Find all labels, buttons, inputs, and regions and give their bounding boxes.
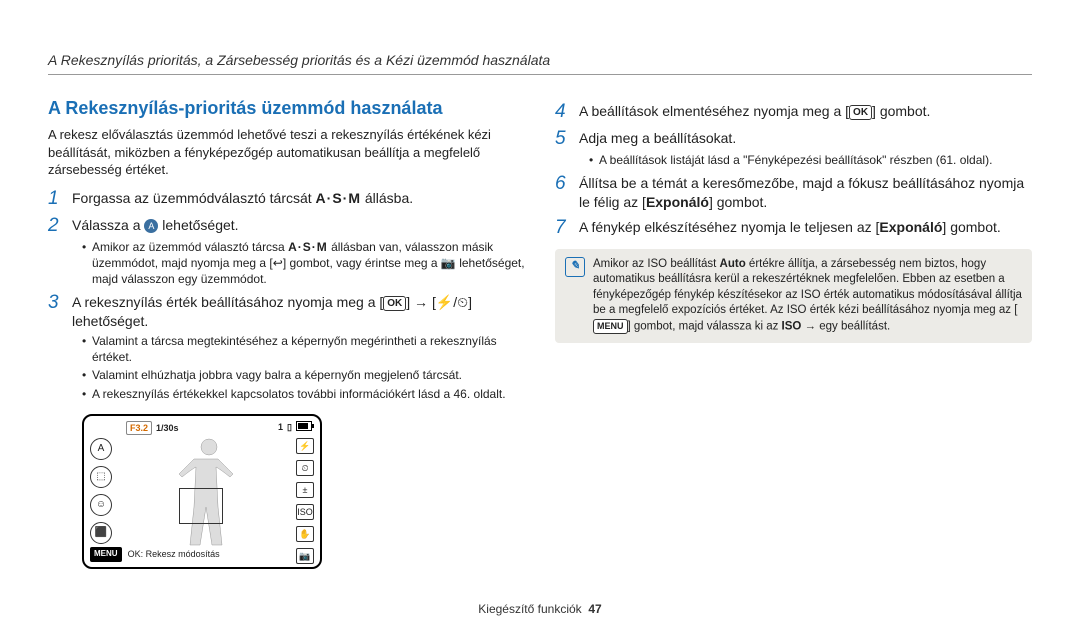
step-3: 3 A rekesznyílás érték beállításához nyo…	[48, 293, 525, 331]
shutter-value: 1/30s	[156, 422, 179, 434]
right-column: 4 A beállítások elmentéséhez nyomja meg …	[555, 96, 1032, 590]
info-note: ✎ Amikor az ISO beállítást Auto értékre …	[555, 249, 1032, 343]
bullet-item: A beállítások listáját lásd a "Fényképez…	[589, 152, 1032, 168]
lcd-scene-icon: ⬚	[90, 466, 112, 488]
lcd-camera-icon: 📷	[296, 548, 314, 564]
step-number: 1	[48, 189, 72, 210]
step-7: 7 A fénykép elkészítéséhez nyomja le tel…	[555, 218, 1032, 239]
step-4: 4 A beállítások elmentéséhez nyomja meg …	[555, 102, 1032, 123]
page-header: A Rekesznyílás prioritás, a Zársebesség …	[48, 52, 1032, 75]
lcd-flash-icon: ⚡	[296, 438, 314, 454]
bullet-item: Valamint a tárcsa megtekintéséhez a képe…	[82, 333, 525, 365]
step-number: 5	[555, 129, 579, 150]
memory-icon: ▯	[287, 421, 292, 433]
asm-mode-label: A·S·M	[316, 190, 361, 206]
section-title: A Rekesznyílás-prioritás üzemmód használ…	[48, 96, 525, 120]
back-icon: ↩	[273, 256, 283, 270]
step-number: 4	[555, 102, 579, 123]
step-5: 5 Adja meg a beállításokat.	[555, 129, 1032, 150]
menu-badge: MENU	[90, 547, 122, 562]
aperture-value: F3.2	[126, 421, 152, 435]
shot-count: 1	[278, 421, 283, 433]
aperture-mode-icon: A	[144, 219, 158, 233]
bullet-item: A rekesznyílás értékekkel kapcsolatos to…	[82, 386, 525, 402]
step-text: A fénykép elkészítéséhez nyomja le telje…	[579, 218, 1032, 239]
note-icon: ✎	[565, 257, 585, 277]
step-1: 1 Forgassa az üzemmódválasztó tárcsát A·…	[48, 189, 525, 210]
step-text: Adja meg a beállításokat.	[579, 129, 1032, 150]
bullet-item: Amikor az üzemmód választó tárcsa A·S·M …	[82, 239, 525, 288]
step-5-notes: A beállítások listáját lásd a "Fényképez…	[589, 152, 1032, 168]
battery-icon	[296, 421, 312, 431]
step-number: 2	[48, 216, 72, 237]
camera-lcd-preview: F3.2 1/30s 1 ▯ A ⬚ ☺ ⬛ ⚡ ⏲ ± ISO ✋ 📷	[82, 414, 322, 569]
step-text: Forgassa az üzemmódválasztó tárcsát A·S·…	[72, 189, 525, 210]
camera-icon: 📷	[441, 256, 456, 270]
note-text: Amikor az ISO beállítást Auto értékre ál…	[593, 257, 1022, 335]
lcd-size-icon: ⬛	[90, 522, 112, 544]
timer-icon: ⏲	[457, 294, 468, 310]
lcd-hint-text: OK: Rekesz módosítás	[128, 548, 220, 560]
step-text: Válassza a A lehetőséget.	[72, 216, 525, 237]
step-text: Állítsa be a témát a keresőmezőbe, majd …	[579, 174, 1032, 212]
step-number: 3	[48, 293, 72, 331]
lcd-iso-icon: ISO	[296, 504, 314, 520]
lcd-face-icon: ☺	[90, 494, 112, 516]
page-footer: Kiegészítő funkciók 47	[0, 602, 1080, 616]
flash-icon: ⚡	[436, 294, 453, 310]
step-text: A beállítások elmentéséhez nyomja meg a …	[579, 102, 1032, 123]
step-2-notes: Amikor az üzemmód választó tárcsa A·S·M …	[82, 239, 525, 288]
step-6: 6 Állítsa be a témát a keresőmezőbe, maj…	[555, 174, 1032, 212]
left-column: A Rekesznyílás-prioritás üzemmód használ…	[48, 96, 525, 590]
bullet-item: Valamint elhúzhatja jobbra vagy balra a …	[82, 367, 525, 383]
step-number: 7	[555, 218, 579, 239]
lcd-timer-icon: ⏲	[296, 460, 314, 476]
focus-frame	[179, 488, 223, 524]
ok-button-icon: OK	[849, 105, 872, 120]
step-number: 6	[555, 174, 579, 212]
step-text: A rekesznyílás érték beállításához nyomj…	[72, 293, 525, 331]
lcd-ev-icon: ±	[296, 482, 314, 498]
lcd-stab-icon: ✋	[296, 526, 314, 542]
lcd-mode-icon: A	[90, 438, 112, 460]
intro-text: A rekesz előválasztás üzemmód lehetővé t…	[48, 126, 525, 179]
step-3-notes: Valamint a tárcsa megtekintéséhez a képe…	[82, 333, 525, 402]
step-2: 2 Válassza a A lehetőséget.	[48, 216, 525, 237]
ok-button-icon: OK	[383, 296, 406, 311]
